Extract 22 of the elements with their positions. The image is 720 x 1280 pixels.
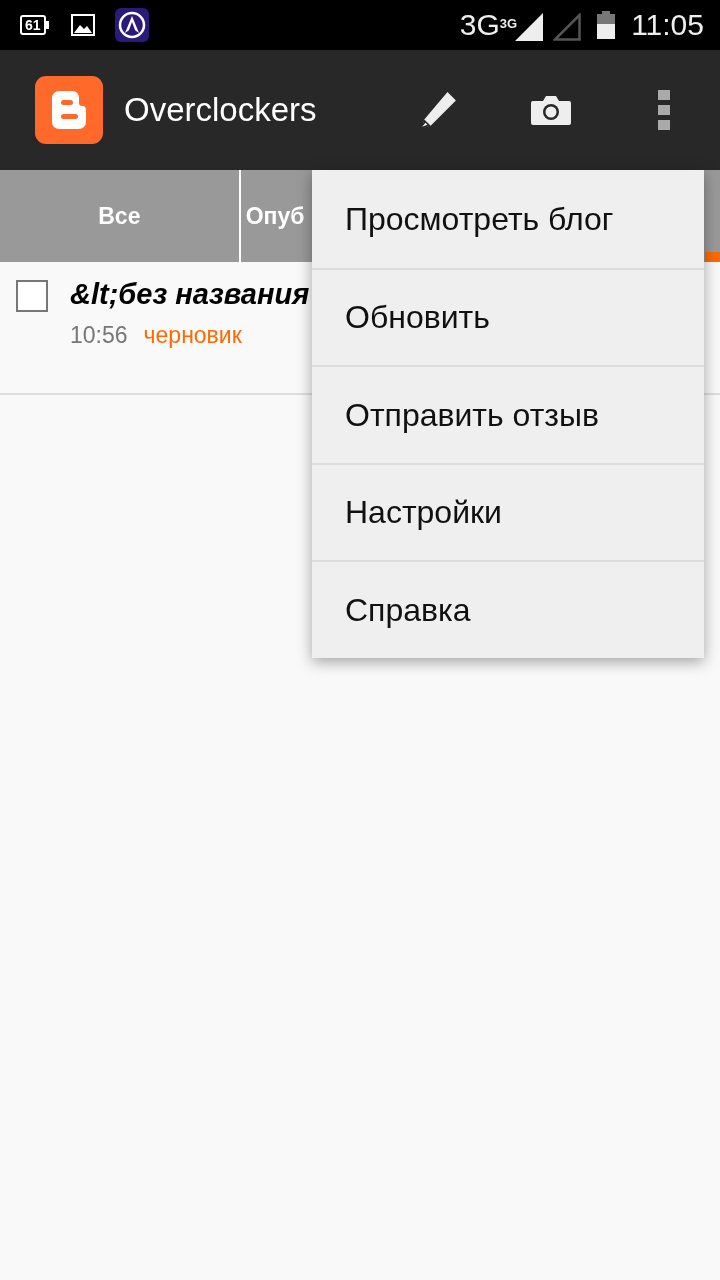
battery-level-badge: 61 xyxy=(20,15,49,35)
signal-empty-icon xyxy=(553,13,582,41)
image-icon xyxy=(70,14,95,36)
battery-icon xyxy=(597,11,616,39)
post-time: 10:56 xyxy=(70,320,128,350)
signal-icon xyxy=(515,13,544,41)
app-logo-icon xyxy=(34,75,104,145)
arrow-circle-app-icon xyxy=(114,8,149,42)
menu-item[interactable]: Отправить отзыв xyxy=(312,365,704,463)
menu-item[interactable]: Обновить xyxy=(312,267,704,365)
camera-icon xyxy=(531,95,571,125)
menu-item[interactable]: Просмотреть блог xyxy=(312,170,704,268)
menu-item[interactable]: Настройки xyxy=(312,462,704,560)
checkbox[interactable] xyxy=(16,280,48,312)
network-type-small-label: 3G xyxy=(499,17,518,30)
network-type-label: 3G xyxy=(459,10,500,40)
menu-item[interactable]: Справка xyxy=(312,560,704,658)
clock-time: 11:05 xyxy=(631,10,704,40)
post-title: &lt;без названия xyxy=(70,277,310,312)
more-menu-icon xyxy=(658,90,670,130)
app-title: Overclockers xyxy=(124,90,317,131)
post-status: черновик xyxy=(143,320,242,350)
